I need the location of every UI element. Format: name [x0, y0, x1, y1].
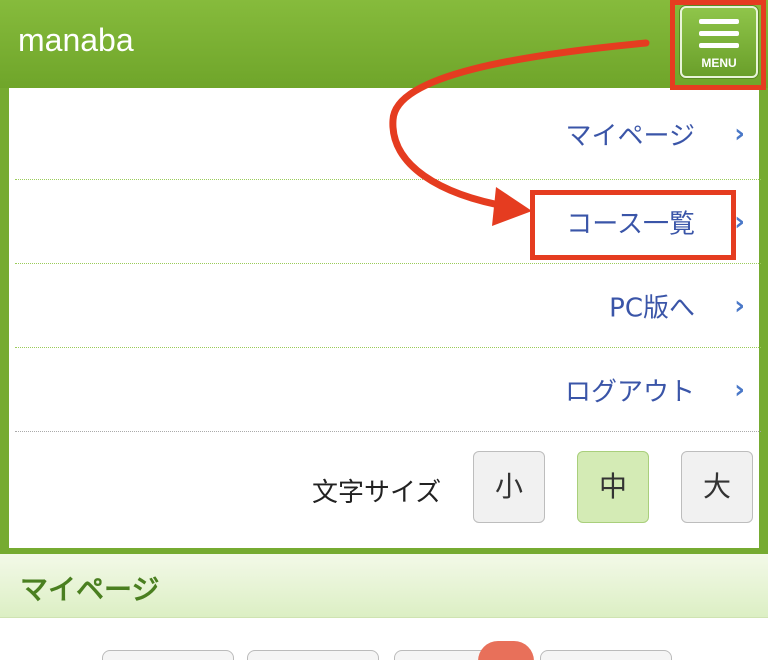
- menu-item-label: ログアウト: [564, 377, 695, 407]
- menu-item-mypage[interactable]: マイページ ›: [15, 88, 761, 180]
- section-header: マイページ: [0, 554, 768, 618]
- tab-button[interactable]: [540, 650, 672, 660]
- font-size-selector: 文字サイズ 小 中 大: [9, 432, 759, 554]
- menu-panel: マイページ › コース一覧 › PC版へ › ログアウト › 文字サイズ 小 中…: [0, 88, 768, 554]
- font-size-small-button[interactable]: 小: [473, 451, 545, 523]
- tab-button[interactable]: [102, 650, 234, 660]
- annotation-highlight-menu: [670, 0, 766, 90]
- tab-button[interactable]: [247, 650, 379, 660]
- chevron-right-icon: ›: [734, 118, 745, 149]
- font-size-large-button[interactable]: 大: [681, 451, 753, 523]
- menu-item-pc-version[interactable]: PC版へ ›: [15, 264, 761, 348]
- menu-item-label: マイページ: [565, 121, 695, 151]
- chevron-right-icon: ›: [734, 374, 745, 405]
- font-size-label: 文字サイズ: [312, 478, 442, 508]
- menu-item-label: PC版へ: [609, 293, 695, 323]
- notification-badge: [478, 641, 534, 660]
- app-logo[interactable]: manaba: [18, 22, 134, 59]
- chevron-right-icon: ›: [734, 290, 745, 321]
- app-header: manaba MENU: [0, 0, 768, 88]
- section-title: マイページ: [20, 573, 160, 606]
- font-size-medium-button[interactable]: 中: [577, 451, 649, 523]
- annotation-highlight-course: [530, 190, 736, 260]
- menu-item-logout[interactable]: ログアウト ›: [15, 348, 761, 432]
